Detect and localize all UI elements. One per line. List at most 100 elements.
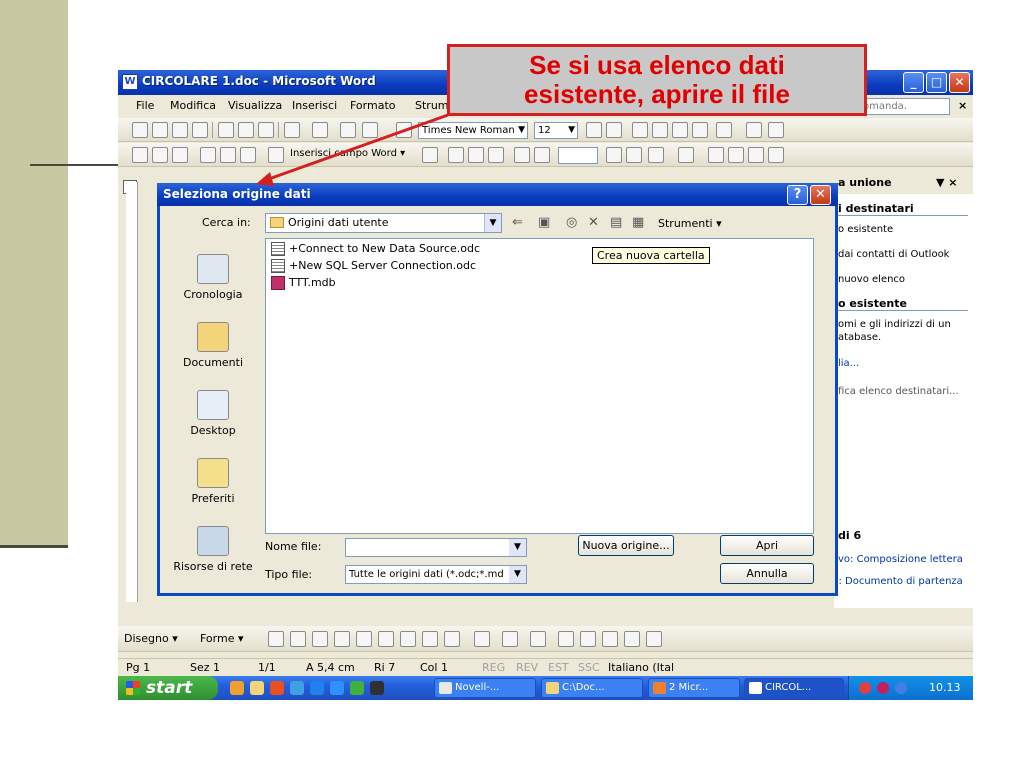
line-color-icon[interactable] bbox=[502, 631, 518, 647]
greeting-line-icon[interactable] bbox=[220, 147, 236, 163]
open-icon[interactable] bbox=[152, 122, 168, 138]
status-rec[interactable]: REG bbox=[482, 661, 505, 674]
insert-fields-icon[interactable] bbox=[240, 147, 256, 163]
place-desktop[interactable]: Desktop bbox=[167, 384, 259, 450]
insert-word-field-button[interactable]: Inserisci campo Word ▾ bbox=[290, 148, 405, 159]
rectangle-icon[interactable] bbox=[312, 631, 328, 647]
recipients-icon[interactable] bbox=[172, 147, 188, 163]
spelling-icon[interactable] bbox=[258, 122, 274, 138]
merge-fields-icon[interactable] bbox=[268, 147, 284, 163]
help-question-box[interactable]: omanda. bbox=[858, 98, 950, 115]
arrow-icon[interactable] bbox=[290, 631, 306, 647]
search-web-icon[interactable]: ◎ bbox=[566, 215, 577, 230]
quicklaunch-ie-icon[interactable] bbox=[310, 681, 324, 695]
menu-file[interactable]: File bbox=[136, 99, 154, 112]
place-documents[interactable]: Documenti bbox=[167, 316, 259, 382]
file-item[interactable]: TTT.mdb bbox=[271, 276, 336, 290]
font-name-box[interactable]: Times New Roman ▼ bbox=[418, 122, 528, 139]
align-left-icon[interactable] bbox=[632, 122, 648, 138]
check-errors-icon[interactable] bbox=[678, 147, 694, 163]
data-source-icon[interactable] bbox=[152, 147, 168, 163]
quicklaunch-browser-icon[interactable] bbox=[330, 681, 344, 695]
quicklaunch-folder-icon[interactable] bbox=[250, 681, 264, 695]
task-novell[interactable]: Novell-... bbox=[434, 678, 536, 698]
first-record-icon[interactable] bbox=[514, 147, 530, 163]
option-outlook-contacts[interactable]: dai contatti di Outlook bbox=[838, 249, 949, 260]
new-folder-icon[interactable]: ▤ bbox=[610, 215, 622, 230]
file-item[interactable]: +Connect to New Data Source.odc bbox=[271, 242, 480, 256]
close-doc-icon[interactable]: × bbox=[958, 99, 967, 112]
option-existing-list[interactable]: o esistente bbox=[838, 224, 893, 235]
draw-menu[interactable]: Disegno ▾ bbox=[124, 632, 178, 645]
clipart-icon[interactable] bbox=[422, 631, 438, 647]
tray-security-icon[interactable] bbox=[877, 682, 889, 694]
previous-record-icon[interactable] bbox=[534, 147, 550, 163]
views-icon[interactable]: ▦ bbox=[632, 215, 644, 230]
autoshapes-menu[interactable]: Forme ▾ bbox=[200, 632, 244, 645]
open-button[interactable]: Apri bbox=[720, 535, 814, 556]
dialog-close-button[interactable]: ✕ bbox=[810, 185, 831, 205]
record-number-box[interactable] bbox=[558, 147, 598, 164]
line-spacing-icon[interactable] bbox=[716, 122, 732, 138]
horizontal-scrollbar[interactable] bbox=[118, 608, 973, 626]
start-button[interactable]: start bbox=[118, 676, 218, 700]
propagate-labels-icon[interactable] bbox=[488, 147, 504, 163]
textbox-icon[interactable] bbox=[356, 631, 372, 647]
shadow-icon[interactable] bbox=[624, 631, 640, 647]
arrow-style-icon[interactable] bbox=[602, 631, 618, 647]
italic-icon[interactable] bbox=[606, 122, 622, 138]
merge-printer-icon[interactable] bbox=[728, 147, 744, 163]
next-step-link[interactable]: vo: Composizione lettera bbox=[838, 554, 963, 565]
dash-style-icon[interactable] bbox=[580, 631, 596, 647]
task-microsoft-group[interactable]: 2 Micr... bbox=[648, 678, 740, 698]
task-explorer[interactable]: C:\Doc... bbox=[541, 678, 643, 698]
merge-email-icon[interactable] bbox=[748, 147, 764, 163]
highlight-fields-icon[interactable] bbox=[448, 147, 464, 163]
match-fields-icon[interactable] bbox=[468, 147, 484, 163]
bullets-icon[interactable] bbox=[768, 122, 784, 138]
hyperlink-icon[interactable] bbox=[340, 122, 356, 138]
wordart-icon[interactable] bbox=[378, 631, 394, 647]
paste-icon[interactable] bbox=[284, 122, 300, 138]
menu-inserisci[interactable]: Inserisci bbox=[292, 99, 337, 112]
dialog-help-button[interactable]: ? bbox=[787, 185, 808, 205]
diagram-icon[interactable] bbox=[400, 631, 416, 647]
up-folder-icon[interactable]: ▣ bbox=[538, 215, 550, 230]
quicklaunch-icon[interactable] bbox=[230, 681, 244, 695]
address-block-icon[interactable] bbox=[200, 147, 216, 163]
undo-icon[interactable] bbox=[312, 122, 328, 138]
permission-icon[interactable] bbox=[192, 122, 208, 138]
main-document-icon[interactable] bbox=[132, 147, 148, 163]
bold-icon[interactable] bbox=[586, 122, 602, 138]
close-window-button[interactable]: ✕ bbox=[949, 72, 970, 93]
minimize-button[interactable]: _ bbox=[903, 72, 924, 93]
oval-icon[interactable] bbox=[334, 631, 350, 647]
view-merged-icon[interactable] bbox=[422, 147, 438, 163]
cancel-button[interactable]: Annulla bbox=[720, 563, 814, 584]
status-ext[interactable]: EST bbox=[548, 661, 569, 674]
maximize-button[interactable]: □ bbox=[926, 72, 947, 93]
find-entry-icon[interactable] bbox=[648, 147, 664, 163]
tray-volume-icon[interactable] bbox=[895, 682, 907, 694]
tools-menu[interactable]: Strumenti ▾ bbox=[658, 217, 722, 230]
edit-recipients-link[interactable]: fica elenco destinatari... bbox=[838, 386, 959, 397]
look-in-select[interactable]: Origini dati utente ▼ bbox=[265, 213, 502, 233]
save-icon[interactable] bbox=[172, 122, 188, 138]
next-record-icon[interactable] bbox=[606, 147, 622, 163]
back-icon[interactable]: ⇐ bbox=[512, 215, 523, 230]
align-center-icon[interactable] bbox=[652, 122, 668, 138]
task-word-document[interactable]: CIRCOL... bbox=[744, 678, 844, 698]
place-favorites[interactable]: Preferiti bbox=[167, 452, 259, 518]
place-history[interactable]: Cronologia bbox=[167, 248, 259, 314]
status-ovr[interactable]: SSC bbox=[578, 661, 600, 674]
delete-icon[interactable]: ✕ bbox=[588, 215, 599, 230]
print-preview-icon[interactable] bbox=[238, 122, 254, 138]
line-style-icon[interactable] bbox=[558, 631, 574, 647]
menu-modifica[interactable]: Modifica bbox=[170, 99, 216, 112]
merge-fax-icon[interactable] bbox=[768, 147, 784, 163]
line-icon[interactable] bbox=[268, 631, 284, 647]
menu-visualizza[interactable]: Visualizza bbox=[228, 99, 282, 112]
file-list[interactable]: +Connect to New Data Source.odc +New SQL… bbox=[265, 238, 814, 534]
quicklaunch-app-icon[interactable] bbox=[350, 681, 364, 695]
styles-icon[interactable] bbox=[396, 122, 412, 138]
